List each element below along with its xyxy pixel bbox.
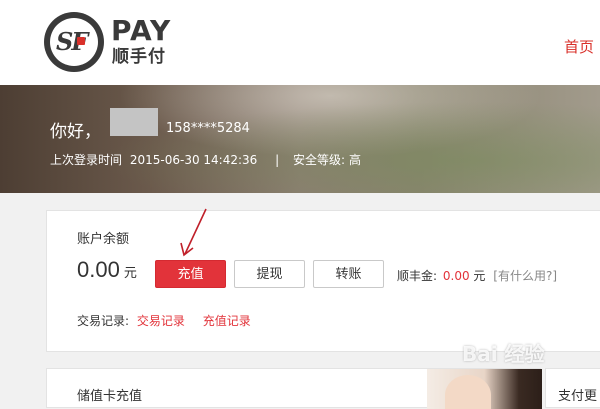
header: SF PAY 顺手付 首页	[0, 0, 600, 85]
promo-image	[427, 369, 542, 409]
balance-title: 账户余额	[77, 232, 130, 247]
last-login-label: 上次登录时间	[50, 153, 123, 167]
fund-value: 0.00	[442, 269, 470, 283]
balance-amount: 0.00	[77, 257, 120, 282]
transfer-button[interactable]: 转账	[313, 260, 384, 288]
nav-home-link[interactable]: 首页	[564, 36, 594, 57]
stored-card-section: 储值卡充值	[46, 368, 542, 409]
records-row: 交易记录: 交易记录 充值记录	[77, 312, 251, 329]
masked-username	[110, 108, 158, 136]
logo-word: PAY	[111, 14, 172, 47]
account-balance-card: 账户余额 0.00 元 充值 提现 转账 顺丰金: 0.00 元 [有什么用?] …	[46, 210, 600, 352]
login-info: 上次登录时间 2015-06-30 14:42:36 | 安全等级: 高	[50, 151, 365, 168]
balance-display: 0.00 元	[77, 257, 137, 283]
security-label: 安全等级:	[293, 153, 346, 167]
fund-label: 顺丰金:	[397, 269, 438, 283]
stored-card-title: 储值卡充值	[77, 389, 143, 404]
greeting: 你好，	[50, 122, 101, 142]
baidu-watermark: Bai 经验	[462, 342, 545, 366]
sf-pay-logo[interactable]: SF PAY 顺手付	[44, 12, 184, 74]
security-level: 高	[349, 153, 362, 167]
transaction-records-link[interactable]: 交易记录	[137, 314, 185, 328]
pay-tab[interactable]: 支付更	[545, 368, 600, 408]
fund-help-link[interactable]: [有什么用?]	[493, 269, 557, 283]
annotation-arrow-icon	[180, 208, 207, 257]
withdraw-button[interactable]: 提现	[234, 260, 305, 288]
pay-tab-label: 支付更	[558, 389, 598, 404]
logo-mark: SF	[56, 27, 88, 56]
charge-records-link[interactable]: 充值记录	[203, 314, 251, 328]
phone-number: 158****5284	[166, 121, 250, 136]
fund-unit: 元	[473, 269, 486, 283]
charge-button[interactable]: 充值	[155, 260, 226, 288]
promo-face	[445, 375, 491, 409]
logo-emblem: SF	[44, 12, 104, 72]
user-banner: 你好， 158****5284 上次登录时间 2015-06-30 14:42:…	[0, 85, 600, 193]
balance-unit: 元	[123, 266, 137, 281]
last-login-time: 2015-06-30 14:42:36	[129, 153, 258, 167]
records-label: 交易记录:	[77, 314, 130, 328]
logo-red-dot	[77, 37, 85, 45]
logo-cn-text: 顺手付	[112, 47, 166, 67]
separator: |	[275, 153, 280, 167]
sf-fund: 顺丰金: 0.00 元 [有什么用?]	[397, 267, 557, 284]
